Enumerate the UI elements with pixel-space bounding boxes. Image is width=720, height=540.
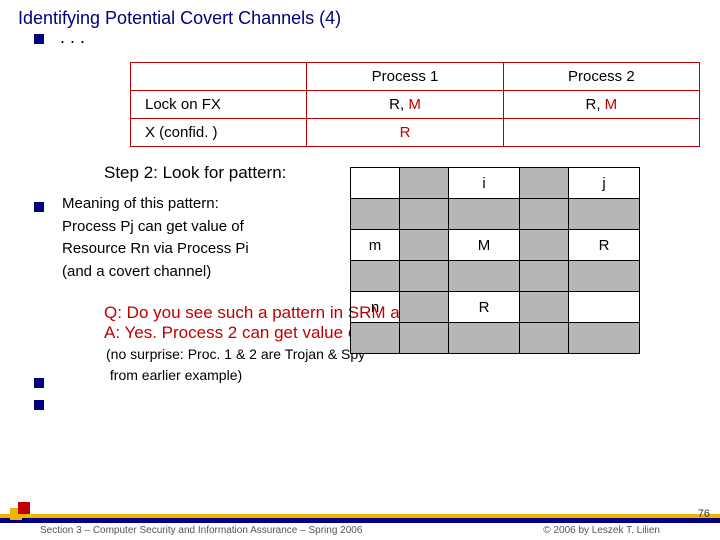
pat-M: M <box>449 230 520 261</box>
pat-shaded <box>520 292 569 323</box>
pat-shaded <box>520 230 569 261</box>
srm-table: Process 1 Process 2 Lock on FX R, M R, M… <box>130 62 700 147</box>
meaning-line: Process Pj can get value of <box>62 216 362 239</box>
meaning-line: Resource Rn via Process Pi <box>62 238 362 261</box>
pat-col-j: j <box>569 168 640 199</box>
srm-col2-header: Process 2 <box>503 63 699 91</box>
pattern-meaning: Meaning of this pattern: Process Pj can … <box>62 193 362 283</box>
srm-r2c1: R <box>307 119 503 147</box>
lower-section: Meaning of this pattern: Process Pj can … <box>60 193 700 283</box>
pat-shaded <box>351 261 400 292</box>
pat-row-m: m <box>351 230 400 261</box>
footer-right: © 2006 by Leszek T. Lilien <box>543 525 660 536</box>
pattern-table: i j m M R <box>350 167 640 354</box>
pat-shaded <box>400 199 449 230</box>
pat-shaded <box>520 199 569 230</box>
pat-R-top: R <box>569 230 640 261</box>
pat-shaded <box>569 261 640 292</box>
srm-col1-header: Process 1 <box>307 63 503 91</box>
srm-row1-label: Lock on FX <box>131 91 307 119</box>
pat-shaded <box>449 261 520 292</box>
ellipsis: . . . <box>60 27 700 48</box>
pat-shaded <box>569 199 640 230</box>
bullet-icon <box>34 400 44 410</box>
meaning-line: Meaning of this pattern: <box>62 193 362 216</box>
pat-shaded <box>520 168 569 199</box>
srm-r1c2: R, M <box>503 91 699 119</box>
footer-left: Section 3 – Computer Security and Inform… <box>40 525 362 536</box>
pat-shaded <box>449 323 520 354</box>
pat-shaded <box>520 323 569 354</box>
pat-shaded <box>520 261 569 292</box>
pat-shaded <box>400 168 449 199</box>
pat-shaded <box>351 323 400 354</box>
pat-shaded <box>569 323 640 354</box>
bullet-icon <box>34 378 44 388</box>
pat-row-n: n <box>351 292 400 323</box>
bullet-icon <box>34 34 44 44</box>
srm-corner <box>131 63 307 91</box>
pat-shaded <box>400 323 449 354</box>
srm-row2-label: X (confid. ) <box>131 119 307 147</box>
footer-divider <box>0 514 720 518</box>
bullet-icon <box>34 202 44 212</box>
corner-square-icon <box>18 502 30 514</box>
pat-shaded <box>400 230 449 261</box>
srm-r2c2 <box>503 119 699 147</box>
pat-shaded <box>400 292 449 323</box>
srm-r1c1: R, M <box>307 91 503 119</box>
qa-note2: from earlier example) <box>106 366 700 385</box>
slide-title: Identifying Potential Covert Channels (4… <box>0 0 720 29</box>
pat-shaded <box>449 199 520 230</box>
pat-shaded <box>351 199 400 230</box>
content-area: . . . Process 1 Process 2 Lock on FX R, … <box>0 29 720 385</box>
pat-R-bottom: R <box>449 292 520 323</box>
pat-corner <box>351 168 400 199</box>
pat-col-i: i <box>449 168 520 199</box>
meaning-line: (and a covert channel) <box>62 261 362 284</box>
pat-empty <box>569 292 640 323</box>
page-number: 76 <box>698 508 710 520</box>
pat-shaded <box>400 261 449 292</box>
